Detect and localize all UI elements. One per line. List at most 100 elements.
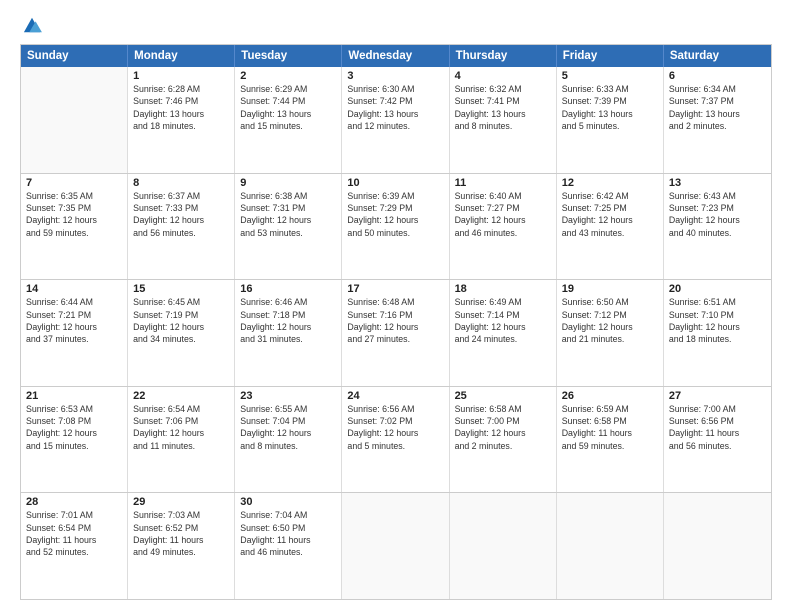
logo-icon [22, 16, 42, 34]
header-cell-sunday: Sunday [21, 45, 128, 67]
day-info: Sunrise: 6:30 AM Sunset: 7:42 PM Dayligh… [347, 83, 443, 132]
calendar-cell: 5Sunrise: 6:33 AM Sunset: 7:39 PM Daylig… [557, 67, 664, 173]
day-number: 3 [347, 70, 443, 82]
calendar-cell: 18Sunrise: 6:49 AM Sunset: 7:14 PM Dayli… [450, 280, 557, 386]
calendar-cell [450, 493, 557, 599]
day-number: 20 [669, 283, 766, 295]
calendar-cell: 13Sunrise: 6:43 AM Sunset: 7:23 PM Dayli… [664, 174, 771, 280]
day-number: 19 [562, 283, 658, 295]
calendar-cell: 3Sunrise: 6:30 AM Sunset: 7:42 PM Daylig… [342, 67, 449, 173]
day-number: 4 [455, 70, 551, 82]
calendar-cell: 4Sunrise: 6:32 AM Sunset: 7:41 PM Daylig… [450, 67, 557, 173]
calendar-cell: 27Sunrise: 7:00 AM Sunset: 6:56 PM Dayli… [664, 387, 771, 493]
header-cell-friday: Friday [557, 45, 664, 67]
day-info: Sunrise: 6:54 AM Sunset: 7:06 PM Dayligh… [133, 403, 229, 452]
day-number: 27 [669, 390, 766, 402]
day-info: Sunrise: 6:59 AM Sunset: 6:58 PM Dayligh… [562, 403, 658, 452]
day-number: 12 [562, 177, 658, 189]
calendar-cell: 16Sunrise: 6:46 AM Sunset: 7:18 PM Dayli… [235, 280, 342, 386]
day-number: 28 [26, 496, 122, 508]
day-info: Sunrise: 6:34 AM Sunset: 7:37 PM Dayligh… [669, 83, 766, 132]
day-number: 22 [133, 390, 229, 402]
day-info: Sunrise: 6:45 AM Sunset: 7:19 PM Dayligh… [133, 296, 229, 345]
calendar-cell [342, 493, 449, 599]
calendar-cell: 12Sunrise: 6:42 AM Sunset: 7:25 PM Dayli… [557, 174, 664, 280]
day-number: 30 [240, 496, 336, 508]
header-cell-tuesday: Tuesday [235, 45, 342, 67]
calendar-cell: 25Sunrise: 6:58 AM Sunset: 7:00 PM Dayli… [450, 387, 557, 493]
calendar-body: 1Sunrise: 6:28 AM Sunset: 7:46 PM Daylig… [21, 67, 771, 599]
day-number: 14 [26, 283, 122, 295]
header-cell-saturday: Saturday [664, 45, 771, 67]
header-cell-monday: Monday [128, 45, 235, 67]
day-number: 15 [133, 283, 229, 295]
calendar-cell: 11Sunrise: 6:40 AM Sunset: 7:27 PM Dayli… [450, 174, 557, 280]
calendar: SundayMondayTuesdayWednesdayThursdayFrid… [20, 44, 772, 600]
day-info: Sunrise: 6:39 AM Sunset: 7:29 PM Dayligh… [347, 190, 443, 239]
day-info: Sunrise: 6:46 AM Sunset: 7:18 PM Dayligh… [240, 296, 336, 345]
day-info: Sunrise: 6:29 AM Sunset: 7:44 PM Dayligh… [240, 83, 336, 132]
calendar-cell: 20Sunrise: 6:51 AM Sunset: 7:10 PM Dayli… [664, 280, 771, 386]
calendar-cell: 2Sunrise: 6:29 AM Sunset: 7:44 PM Daylig… [235, 67, 342, 173]
calendar-cell: 21Sunrise: 6:53 AM Sunset: 7:08 PM Dayli… [21, 387, 128, 493]
day-number: 23 [240, 390, 336, 402]
day-info: Sunrise: 6:33 AM Sunset: 7:39 PM Dayligh… [562, 83, 658, 132]
calendar-cell: 23Sunrise: 6:55 AM Sunset: 7:04 PM Dayli… [235, 387, 342, 493]
header-cell-wednesday: Wednesday [342, 45, 449, 67]
calendar-cell: 15Sunrise: 6:45 AM Sunset: 7:19 PM Dayli… [128, 280, 235, 386]
day-number: 16 [240, 283, 336, 295]
day-number: 21 [26, 390, 122, 402]
day-number: 24 [347, 390, 443, 402]
calendar-cell [557, 493, 664, 599]
calendar-row-4: 28Sunrise: 7:01 AM Sunset: 6:54 PM Dayli… [21, 492, 771, 599]
day-info: Sunrise: 6:35 AM Sunset: 7:35 PM Dayligh… [26, 190, 122, 239]
day-info: Sunrise: 6:37 AM Sunset: 7:33 PM Dayligh… [133, 190, 229, 239]
day-info: Sunrise: 6:49 AM Sunset: 7:14 PM Dayligh… [455, 296, 551, 345]
day-number: 25 [455, 390, 551, 402]
day-info: Sunrise: 6:56 AM Sunset: 7:02 PM Dayligh… [347, 403, 443, 452]
day-info: Sunrise: 6:28 AM Sunset: 7:46 PM Dayligh… [133, 83, 229, 132]
day-info: Sunrise: 7:03 AM Sunset: 6:52 PM Dayligh… [133, 509, 229, 558]
day-number: 1 [133, 70, 229, 82]
day-info: Sunrise: 6:55 AM Sunset: 7:04 PM Dayligh… [240, 403, 336, 452]
calendar-cell: 7Sunrise: 6:35 AM Sunset: 7:35 PM Daylig… [21, 174, 128, 280]
day-number: 5 [562, 70, 658, 82]
logo [20, 18, 42, 34]
day-info: Sunrise: 7:04 AM Sunset: 6:50 PM Dayligh… [240, 509, 336, 558]
calendar-cell: 29Sunrise: 7:03 AM Sunset: 6:52 PM Dayli… [128, 493, 235, 599]
day-number: 13 [669, 177, 766, 189]
day-number: 2 [240, 70, 336, 82]
calendar-cell: 28Sunrise: 7:01 AM Sunset: 6:54 PM Dayli… [21, 493, 128, 599]
calendar-cell: 30Sunrise: 7:04 AM Sunset: 6:50 PM Dayli… [235, 493, 342, 599]
calendar-cell: 19Sunrise: 6:50 AM Sunset: 7:12 PM Dayli… [557, 280, 664, 386]
day-number: 17 [347, 283, 443, 295]
day-number: 11 [455, 177, 551, 189]
day-number: 26 [562, 390, 658, 402]
page: SundayMondayTuesdayWednesdayThursdayFrid… [0, 0, 792, 612]
header-cell-thursday: Thursday [450, 45, 557, 67]
day-number: 10 [347, 177, 443, 189]
calendar-cell: 22Sunrise: 6:54 AM Sunset: 7:06 PM Dayli… [128, 387, 235, 493]
day-number: 9 [240, 177, 336, 189]
day-info: Sunrise: 6:51 AM Sunset: 7:10 PM Dayligh… [669, 296, 766, 345]
calendar-cell: 9Sunrise: 6:38 AM Sunset: 7:31 PM Daylig… [235, 174, 342, 280]
calendar-cell: 24Sunrise: 6:56 AM Sunset: 7:02 PM Dayli… [342, 387, 449, 493]
calendar-cell: 10Sunrise: 6:39 AM Sunset: 7:29 PM Dayli… [342, 174, 449, 280]
calendar-row-3: 21Sunrise: 6:53 AM Sunset: 7:08 PM Dayli… [21, 386, 771, 493]
day-number: 6 [669, 70, 766, 82]
calendar-header: SundayMondayTuesdayWednesdayThursdayFrid… [21, 45, 771, 67]
day-info: Sunrise: 6:50 AM Sunset: 7:12 PM Dayligh… [562, 296, 658, 345]
day-info: Sunrise: 6:44 AM Sunset: 7:21 PM Dayligh… [26, 296, 122, 345]
day-info: Sunrise: 6:42 AM Sunset: 7:25 PM Dayligh… [562, 190, 658, 239]
day-info: Sunrise: 7:01 AM Sunset: 6:54 PM Dayligh… [26, 509, 122, 558]
day-number: 18 [455, 283, 551, 295]
calendar-cell: 1Sunrise: 6:28 AM Sunset: 7:46 PM Daylig… [128, 67, 235, 173]
day-info: Sunrise: 6:38 AM Sunset: 7:31 PM Dayligh… [240, 190, 336, 239]
day-info: Sunrise: 6:53 AM Sunset: 7:08 PM Dayligh… [26, 403, 122, 452]
day-info: Sunrise: 6:43 AM Sunset: 7:23 PM Dayligh… [669, 190, 766, 239]
calendar-row-0: 1Sunrise: 6:28 AM Sunset: 7:46 PM Daylig… [21, 67, 771, 173]
day-number: 8 [133, 177, 229, 189]
calendar-cell [21, 67, 128, 173]
calendar-cell: 6Sunrise: 6:34 AM Sunset: 7:37 PM Daylig… [664, 67, 771, 173]
calendar-cell [664, 493, 771, 599]
